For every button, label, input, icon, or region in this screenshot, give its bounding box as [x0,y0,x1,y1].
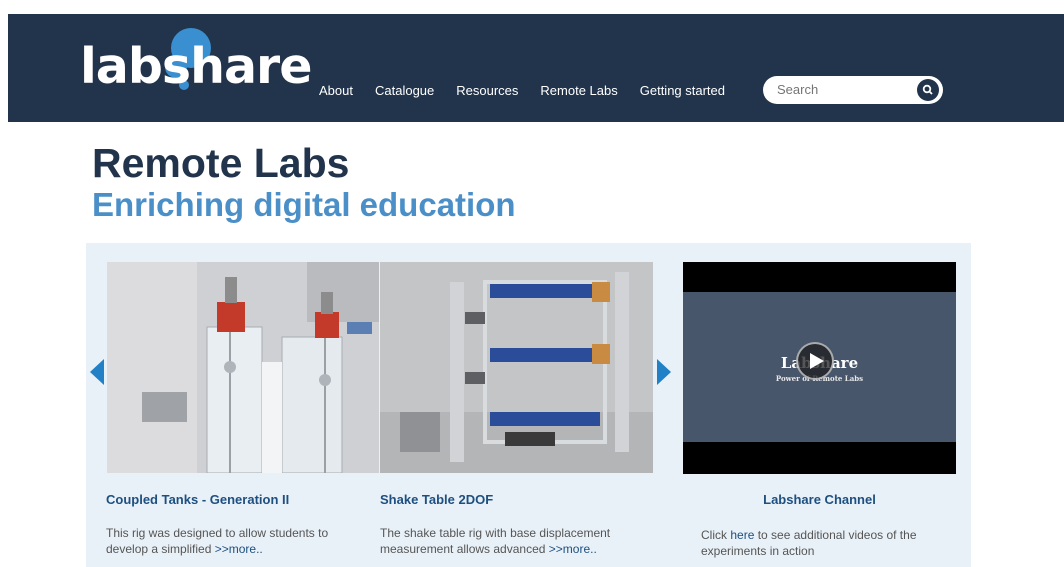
search-input[interactable] [777,82,907,97]
coupled-tanks-image[interactable] [107,262,379,473]
card-desc-line: Click here to see additional videos of t… [701,527,917,543]
carousel-prev-arrow-icon[interactable] [90,359,104,385]
more-link[interactable]: >>more.. [549,542,597,556]
card-desc-line: experiments in action [701,544,815,558]
logo-text: labshare [80,38,312,95]
play-icon [810,353,824,369]
play-button[interactable] [796,342,834,380]
card-desc-text: to see additional videos of the [754,528,917,542]
main-nav: About Catalogue Resources Remote Labs Ge… [319,83,747,98]
shake-table-title-link[interactable]: Shake Table 2DOF [380,492,493,507]
nav-item-catalogue[interactable]: Catalogue [375,83,434,98]
page-title: Remote Labs [92,140,350,186]
search-box [763,76,943,104]
labshare-logo[interactable]: labshare [80,28,312,113]
card-desc-text: develop a simplified [106,542,215,556]
card-desc-line: measurement allows advanced >>more.. [380,541,610,557]
page-subtitle: Enriching digital education [92,186,516,223]
labshare-channel-description: Click here to see additional videos of t… [701,527,917,559]
search-icon [922,84,933,95]
card-desc-line: The shake table rig with base displaceme… [380,526,611,540]
labshare-channel-title[interactable]: Labshare Channel [683,492,956,507]
coupled-tanks-description: This rig was designed to allow students … [106,525,328,557]
shake-table-description: The shake table rig with base displaceme… [380,525,610,557]
card-desc-text: measurement allows advanced [380,542,549,556]
nav-item-remote-labs[interactable]: Remote Labs [540,83,617,98]
nav-item-resources[interactable]: Resources [456,83,518,98]
labshare-video-player[interactable]: Labshare Power of Remote Labs [683,262,956,474]
card-desc-text: Click [701,528,731,542]
coupled-tanks-title-link[interactable]: Coupled Tanks - Generation II [106,492,289,507]
here-link[interactable]: here [730,528,754,542]
more-link[interactable]: >>more.. [215,542,263,556]
nav-item-getting-started[interactable]: Getting started [640,83,725,98]
carousel-next-arrow-icon[interactable] [657,359,671,385]
shake-table-image[interactable] [380,262,653,473]
card-desc-line: develop a simplified >>more.. [106,541,328,557]
nav-item-about[interactable]: About [319,83,353,98]
search-button[interactable] [917,79,939,101]
card-desc-line: This rig was designed to allow students … [106,526,329,540]
